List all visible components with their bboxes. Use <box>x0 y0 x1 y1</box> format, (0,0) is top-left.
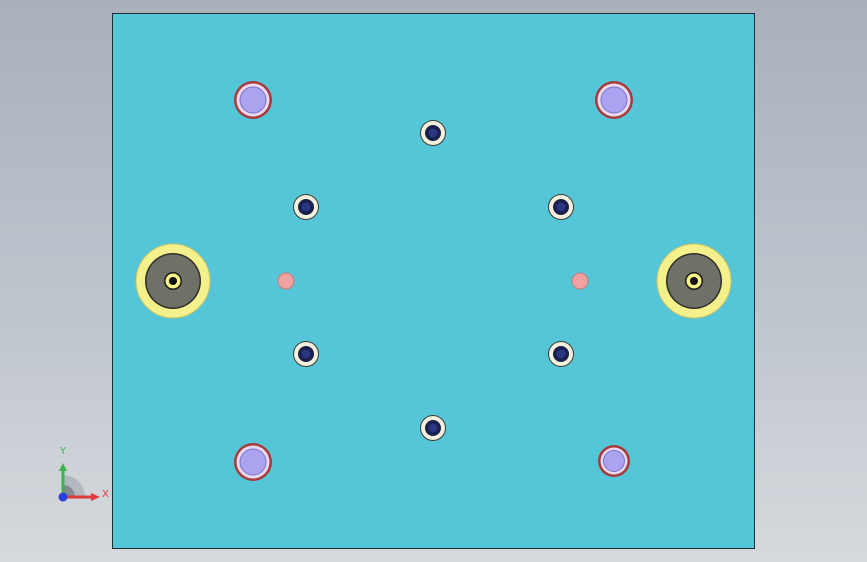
x-axis-label: X <box>102 489 109 500</box>
guide-pin-bottom-right[interactable] <box>598 445 630 477</box>
guide-pin-top-right[interactable] <box>595 81 633 119</box>
y-axis-arrow <box>59 463 67 471</box>
bushing-right[interactable] <box>656 243 732 319</box>
cad-viewport[interactable]: Y X <box>0 0 867 562</box>
x-axis-arrow <box>91 493 100 501</box>
screw-hole-lower-right[interactable] <box>548 341 574 367</box>
screw-hole-bottom-center[interactable] <box>420 415 446 441</box>
y-axis-label: Y <box>59 446 67 457</box>
screw-hole-upper-right[interactable] <box>548 194 574 220</box>
guide-pin-bottom-left[interactable] <box>234 443 272 481</box>
bushing-left[interactable] <box>135 243 211 319</box>
screw-hole-top-center[interactable] <box>420 120 446 146</box>
pin-hole-left[interactable] <box>277 272 295 290</box>
screw-hole-lower-left[interactable] <box>293 341 319 367</box>
pin-hole-right[interactable] <box>571 272 589 290</box>
guide-pin-top-left[interactable] <box>234 81 272 119</box>
screw-hole-upper-left[interactable] <box>293 194 319 220</box>
coordinate-triad-icon: Y X <box>58 446 109 502</box>
z-axis-dot <box>58 492 68 502</box>
